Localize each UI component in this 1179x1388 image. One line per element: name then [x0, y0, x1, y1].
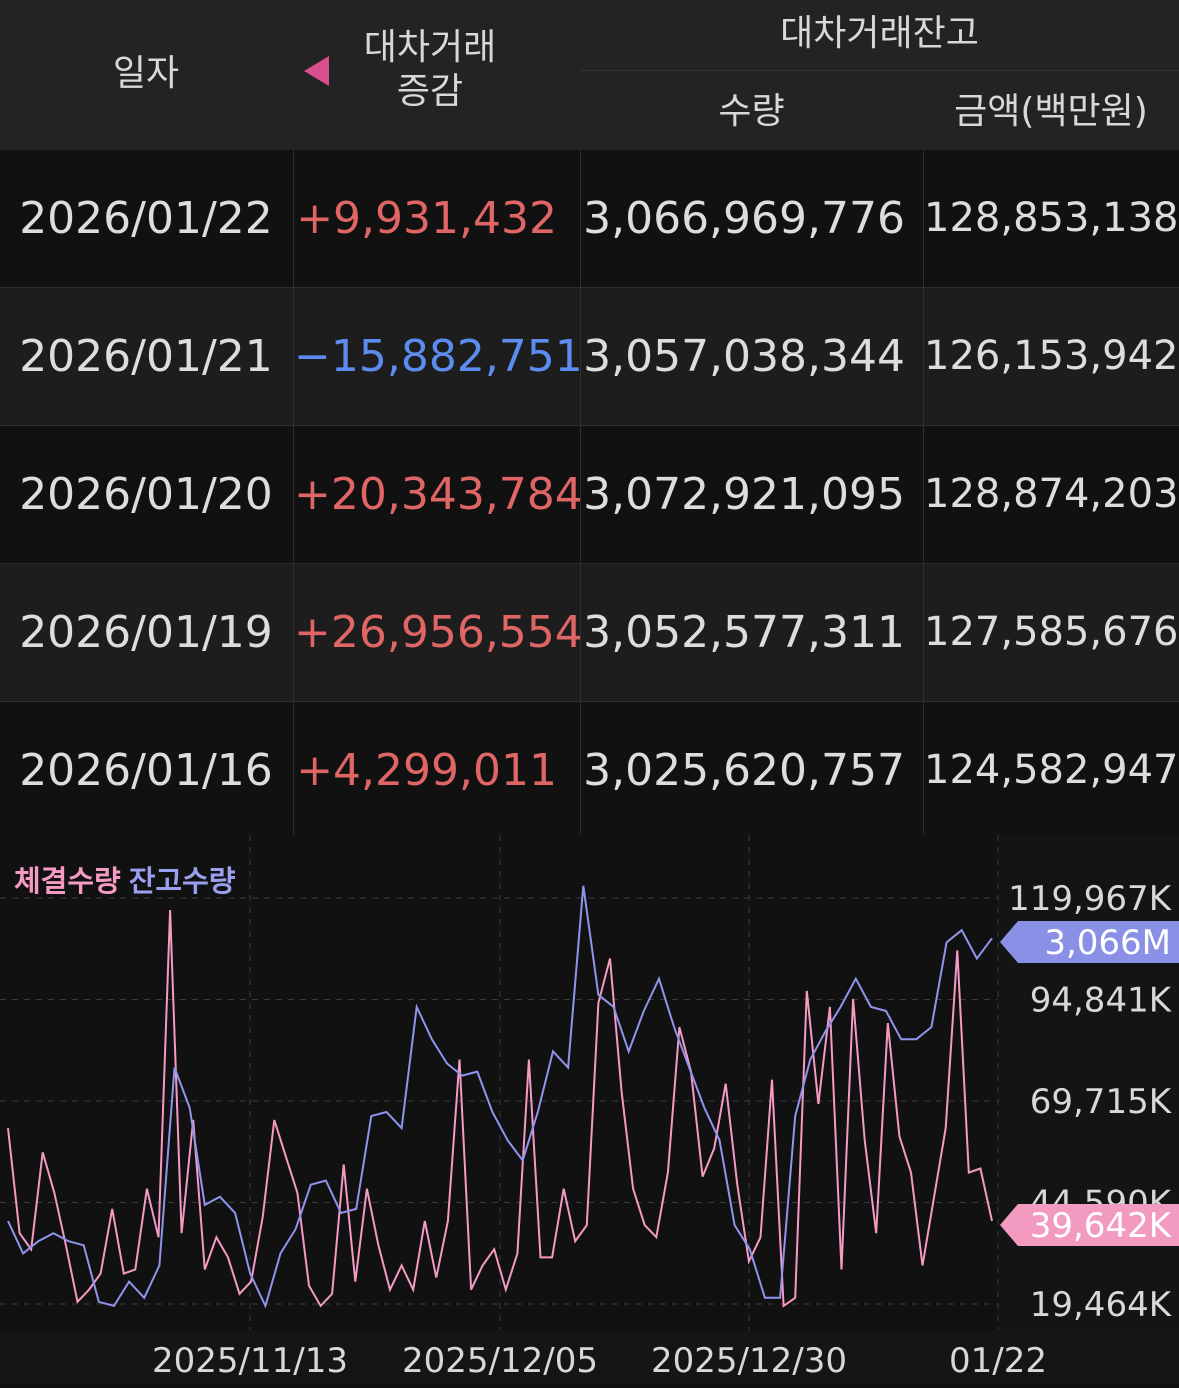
x-tick-label: 2025/11/13 [152, 1341, 348, 1381]
row-change: +20,343,784 [293, 426, 583, 563]
table-header: 일자 대차거래 증감 대차거래잔고 수량 금액(백만원) [0, 0, 1179, 151]
row-quantity: 3,066,969,776 [580, 150, 923, 287]
row-change: +4,299,011 [293, 702, 579, 839]
table-row[interactable]: 2026/01/19 +26,956,554 3,052,577,311 127… [0, 564, 1179, 702]
header-balance: 대차거래잔고 [780, 13, 979, 54]
y-tick-label: 119,967K [1008, 879, 1173, 919]
row-quantity: 3,057,038,344 [580, 288, 923, 425]
y-tick-label: 94,841K [1030, 981, 1173, 1021]
legend-balance: 잔고수량 [128, 864, 236, 898]
row-date: 2026/01/19 [19, 607, 273, 658]
header-change-line1: 대차거래 [363, 27, 497, 68]
legend-traded: 체결수량 [14, 864, 121, 898]
row-change: +9,931,432 [293, 150, 579, 287]
chart-canvas[interactable]: 119,967K94,841K69,715K44,590K19,464K 202… [0, 835, 1179, 1384]
row-date: 2026/01/20 [19, 469, 273, 520]
x-tick-label: 2025/12/30 [651, 1341, 847, 1381]
x-tick-label: 2025/12/05 [402, 1341, 598, 1381]
x-tick-label: 01/22 [949, 1341, 1047, 1381]
row-amount: 128,874,203 [923, 426, 1179, 563]
row-quantity: 3,072,921,095 [580, 426, 923, 563]
row-date: 2026/01/21 [19, 331, 273, 382]
row-amount: 128,853,138 [923, 150, 1179, 287]
row-date: 2026/01/16 [19, 745, 273, 796]
last-value-traded: 39,642K [1030, 1206, 1173, 1246]
row-amount: 124,582,947 [923, 702, 1179, 839]
lending-chart[interactable]: 119,967K 94,841K 69,715K 44,590K 19,464K 202… [0, 835, 1179, 1384]
header-quantity[interactable]: 수량 [580, 90, 923, 134]
header-change[interactable]: 대차거래 증감 [330, 26, 530, 114]
row-amount: 127,585,676 [923, 564, 1179, 701]
header-divider [580, 70, 1179, 71]
row-quantity: 3,025,620,757 [580, 702, 923, 839]
table-row[interactable]: 2026/01/21 −15,882,751 3,057,038,344 126… [0, 288, 1179, 426]
row-change: −15,882,751 [293, 288, 583, 425]
y-tick-label: 69,715K [1030, 1082, 1173, 1122]
table-row[interactable]: 2026/01/16 +4,299,011 3,025,620,757 124,… [0, 702, 1179, 840]
header-change-line2: 증감 [396, 71, 464, 112]
table-row[interactable]: 2026/01/20 +20,343,784 3,072,921,095 128… [0, 426, 1179, 564]
y-tick-label: 19,464K [1030, 1285, 1173, 1325]
sort-arrow-icon[interactable] [304, 56, 329, 86]
row-quantity: 3,052,577,311 [580, 564, 923, 701]
header-amount[interactable]: 금액(백만원) [923, 90, 1179, 134]
chart-legend: 체결수량 잔고수량 [14, 858, 235, 900]
row-change: +26,956,554 [293, 564, 583, 701]
lending-table: 2026/01/22 +9,931,432 3,066,969,776 128,… [0, 150, 1179, 840]
table-row[interactable]: 2026/01/22 +9,931,432 3,066,969,776 128,… [0, 150, 1179, 288]
last-value-balance: 3,066M [1044, 923, 1171, 963]
header-date[interactable]: 일자 [0, 52, 292, 96]
row-date: 2026/01/22 [19, 193, 273, 244]
row-amount: 126,153,942 [923, 288, 1179, 425]
